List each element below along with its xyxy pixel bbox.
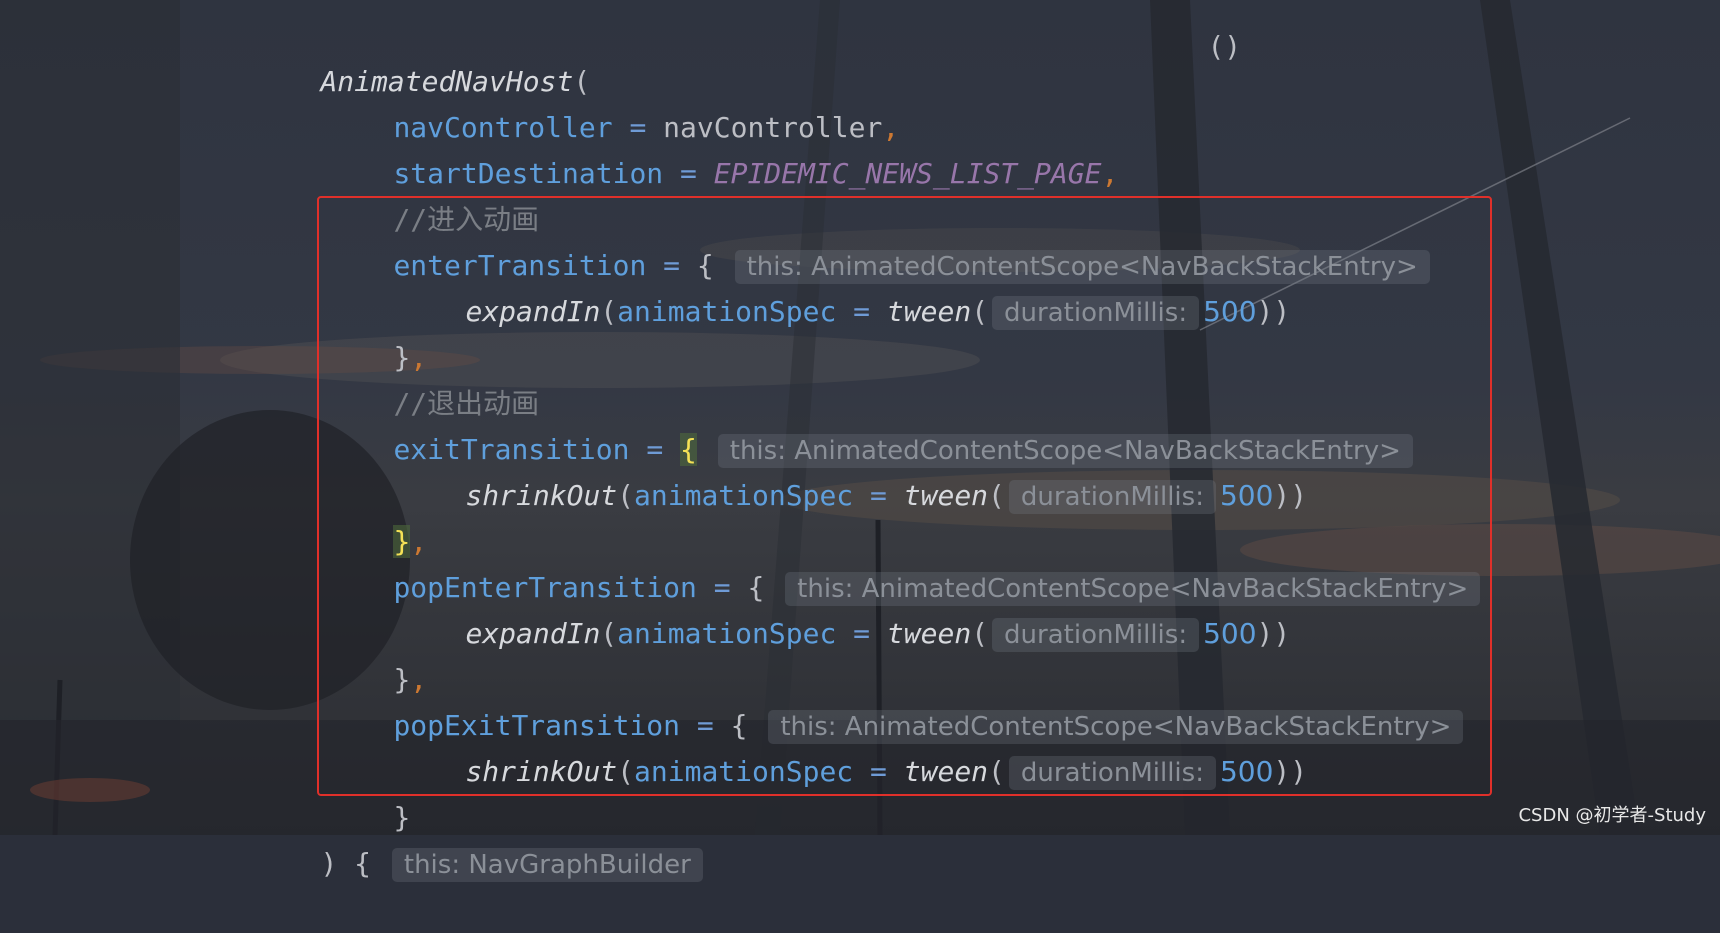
close-paren: ) bbox=[320, 847, 338, 880]
code-line-3: navController = navController, bbox=[326, 59, 899, 144]
code-line-2: AnimatedNavHost( bbox=[253, 13, 590, 98]
code-editor[interactable]: () AnimatedNavHost( navController = navC… bbox=[0, 0, 1720, 882]
constant-value: EPIDEMIC_NEWS_LIST_PAGE bbox=[713, 157, 1102, 190]
inlay-hint: this: NavGraphBuilder bbox=[391, 848, 703, 882]
comma: , bbox=[1101, 157, 1119, 190]
code-line-19: ) { this: NavGraphBuilder bbox=[253, 795, 707, 882]
paren-fragment: () bbox=[1207, 30, 1242, 63]
annotation-highlight-box bbox=[317, 196, 1492, 796]
watermark: CSDN @初学者-Study bbox=[1518, 805, 1706, 826]
open-brace: { bbox=[354, 847, 372, 880]
code-line-1: () bbox=[1140, 0, 1241, 63]
equals: = bbox=[680, 157, 697, 190]
code-line-5: //进入动画 bbox=[326, 151, 539, 236]
code-line-4: startDestination = EPIDEMIC_NEWS_LIST_PA… bbox=[326, 105, 1118, 190]
